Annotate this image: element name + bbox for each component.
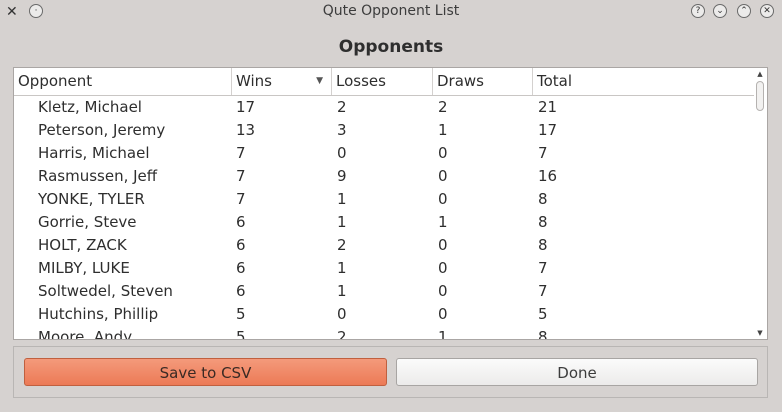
table-row[interactable]: YONKE, TYLER 7 1 0 8 xyxy=(14,188,754,211)
table-cell: 0 xyxy=(438,282,448,300)
table-cell: 7 xyxy=(236,167,246,185)
column-header-label: Wins xyxy=(236,72,272,90)
column-header-total[interactable]: Total xyxy=(533,68,754,95)
opponent-name-cell: Harris, Michael xyxy=(38,144,150,162)
scroll-thumb[interactable] xyxy=(756,81,764,111)
table-cell: 6 xyxy=(236,282,246,300)
table-cell: 1 xyxy=(438,121,448,139)
table-cell: 2 xyxy=(438,98,448,116)
table-row[interactable]: Gorrie, Steve 6 1 1 8 xyxy=(14,211,754,234)
table-header: Opponent Wins ▼ Losses Draws Total xyxy=(14,68,754,96)
opponent-name-cell: Moore, Andy xyxy=(38,328,133,340)
column-header-draws[interactable]: Draws xyxy=(433,68,533,95)
table-cell: 5 xyxy=(538,305,548,323)
table-cell: 6 xyxy=(236,259,246,277)
table-cell: 17 xyxy=(236,98,256,116)
table-row[interactable]: Moore, Andy 5 2 1 8 xyxy=(14,326,754,340)
table-cell: 1 xyxy=(438,328,448,340)
save-to-csv-button[interactable]: Save to CSV xyxy=(24,358,387,386)
help-icon[interactable]: ? xyxy=(691,4,705,18)
column-header-label: Losses xyxy=(336,72,386,90)
table-cell: 8 xyxy=(538,213,548,231)
scroll-up-icon[interactable]: ▲ xyxy=(754,69,766,79)
table-cell: 17 xyxy=(538,121,558,139)
table-cell: 0 xyxy=(337,305,347,323)
column-header-wins[interactable]: Wins ▼ xyxy=(232,68,332,95)
table-cell: 6 xyxy=(236,236,246,254)
opponent-name-cell: YONKE, TYLER xyxy=(38,190,145,208)
column-header-opponent[interactable]: Opponent xyxy=(14,68,232,95)
opponent-name-cell: Peterson, Jeremy xyxy=(38,121,166,139)
table-cell: 8 xyxy=(538,190,548,208)
sort-descending-icon: ▼ xyxy=(316,76,323,86)
table-cell: 7 xyxy=(538,144,548,162)
column-header-label: Opponent xyxy=(18,72,93,90)
table-cell: 1 xyxy=(337,259,347,277)
opponent-name-cell: MILBY, LUKE xyxy=(38,259,130,277)
table-cell: 21 xyxy=(538,98,558,116)
vertical-scrollbar[interactable]: ▲ ▼ xyxy=(754,69,766,338)
table-cell: 8 xyxy=(538,328,548,340)
table-row[interactable]: Peterson, Jeremy 13 3 1 17 xyxy=(14,119,754,142)
table-cell: 16 xyxy=(538,167,558,185)
table-row[interactable]: Harris, Michael 7 0 0 7 xyxy=(14,142,754,165)
table-cell: 0 xyxy=(337,144,347,162)
table-cell: 1 xyxy=(337,282,347,300)
table-row[interactable]: Soltwedel, Steven 6 1 0 7 xyxy=(14,280,754,303)
opponent-list-window: ✕ · Qute Opponent List ? ⌄ ⌃ ✕ Opponents… xyxy=(0,0,782,412)
table-cell: 9 xyxy=(337,167,347,185)
table-cell: 2 xyxy=(337,328,347,340)
table-cell: 2 xyxy=(337,236,347,254)
table-cell: 0 xyxy=(438,167,448,185)
table-cell: 7 xyxy=(538,259,548,277)
table-cell: 2 xyxy=(337,98,347,116)
button-bar: Save to CSV Done xyxy=(13,346,768,398)
column-header-label: Draws xyxy=(437,72,484,90)
table-row[interactable]: Rasmussen, Jeff 7 9 0 16 xyxy=(14,165,754,188)
window-title: Qute Opponent List xyxy=(322,3,460,19)
table-cell: 0 xyxy=(438,190,448,208)
page-title: Opponents xyxy=(338,37,444,57)
table-row[interactable]: HOLT, ZACK 6 2 0 8 xyxy=(14,234,754,257)
opponent-name-cell: Hutchins, Phillip xyxy=(38,305,159,323)
column-header-label: Total xyxy=(537,72,573,90)
table-cell: 6 xyxy=(236,213,246,231)
minimize-icon[interactable]: ⌄ xyxy=(713,4,727,18)
scroll-down-icon[interactable]: ▼ xyxy=(754,328,766,338)
table-cell: 1 xyxy=(438,213,448,231)
table-cell: 0 xyxy=(438,305,448,323)
table-cell: 1 xyxy=(337,213,347,231)
table-body: Kletz, Michael 17 2 2 21 Peterson, Jeremy 13 3 1… xyxy=(14,96,754,340)
table-row[interactable]: Hutchins, Phillip 5 0 0 5 xyxy=(14,303,754,326)
opponents-table[interactable]: Opponent Wins ▼ Losses Draws Total Kletz… xyxy=(13,67,768,340)
close-icon[interactable]: ✕ xyxy=(760,4,774,18)
table-row[interactable]: MILBY, LUKE 6 1 0 7 xyxy=(14,257,754,280)
maximize-icon[interactable]: ⌃ xyxy=(737,4,751,18)
table-cell: 7 xyxy=(538,282,548,300)
opponent-name-cell: Rasmussen, Jeff xyxy=(38,167,158,185)
table-cell: 0 xyxy=(438,236,448,254)
table-cell: 7 xyxy=(236,190,246,208)
table-cell: 0 xyxy=(438,259,448,277)
opponent-name-cell: Soltwedel, Steven xyxy=(38,282,173,300)
title-bar: ✕ · Qute Opponent List ? ⌄ ⌃ ✕ xyxy=(0,0,782,24)
table-cell: 1 xyxy=(337,190,347,208)
table-cell: 7 xyxy=(236,144,246,162)
table-cell: 13 xyxy=(236,121,256,139)
table-cell: 0 xyxy=(438,144,448,162)
done-button[interactable]: Done xyxy=(396,358,758,386)
column-header-losses[interactable]: Losses xyxy=(332,68,433,95)
table-cell: 8 xyxy=(538,236,548,254)
opponent-name-cell: Kletz, Michael xyxy=(38,98,142,116)
table-cell: 5 xyxy=(236,328,246,340)
table-cell: 5 xyxy=(236,305,246,323)
opponent-name-cell: HOLT, ZACK xyxy=(38,236,127,254)
opponent-name-cell: Gorrie, Steve xyxy=(38,213,137,231)
table-cell: 3 xyxy=(337,121,347,139)
table-row[interactable]: Kletz, Michael 17 2 2 21 xyxy=(14,96,754,119)
